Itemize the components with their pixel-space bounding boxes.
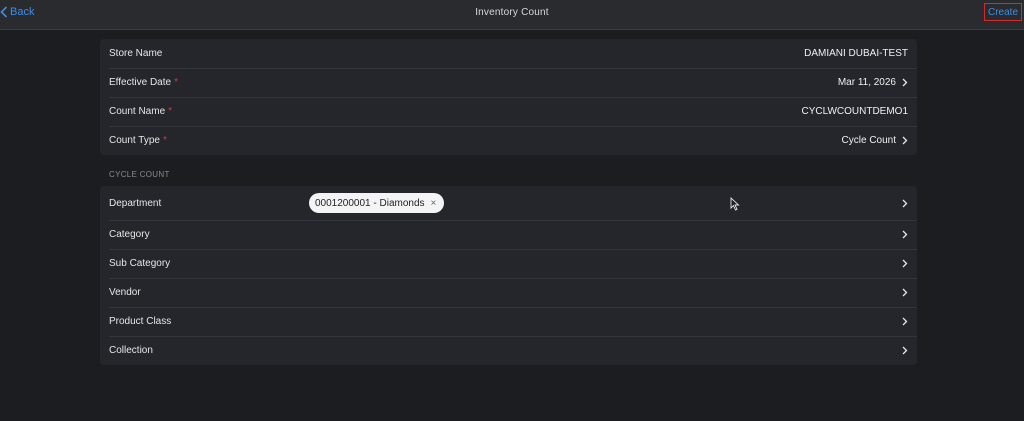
required-marker: * — [162, 135, 167, 146]
department-row[interactable]: Department 0001200001 - Diamonds × — [100, 186, 917, 220]
navigation-bar: Back Inventory Count Create — [0, 0, 1024, 30]
store-name-label: Store Name — [109, 48, 163, 59]
collection-row[interactable]: Collection — [100, 336, 917, 365]
chevron-right-icon — [902, 136, 908, 145]
section-header-cycle-count: CYCLE COUNT — [109, 170, 170, 179]
sub-category-label: Sub Category — [109, 258, 171, 269]
cycle-count-filters-card: Department 0001200001 - Diamonds × Categ… — [100, 186, 917, 365]
department-chip-label: 0001200001 - Diamonds — [315, 197, 425, 209]
chevron-right-icon — [902, 288, 908, 297]
chevron-right-icon — [902, 317, 908, 326]
count-name-value[interactable]: CYCLWCOUNTDEMO1 — [802, 106, 908, 117]
count-name-row[interactable]: Count Name * CYCLWCOUNTDEMO1 — [100, 97, 917, 126]
category-row[interactable]: Category — [100, 220, 917, 249]
create-button[interactable]: Create — [983, 3, 1022, 21]
effective-date-row[interactable]: Effective Date * Mar 11, 2026 — [100, 68, 917, 97]
chevron-right-icon — [902, 199, 908, 207]
store-name-row: Store Name DAMIANI DUBAI-TEST — [100, 39, 917, 68]
chevron-right-icon — [902, 259, 908, 268]
department-label: Department — [109, 197, 162, 209]
mouse-pointer-icon — [730, 197, 740, 211]
required-marker: * — [174, 77, 178, 88]
vendor-row[interactable]: Vendor — [100, 278, 917, 307]
chevron-right-icon — [902, 230, 908, 239]
count-type-row[interactable]: Count Type * Cycle Count — [100, 126, 917, 155]
close-icon[interactable]: × — [431, 198, 437, 209]
effective-date-value: Mar 11, 2026 — [838, 77, 908, 88]
collection-label: Collection — [109, 345, 153, 356]
store-name-value: DAMIANI DUBAI-TEST — [804, 48, 908, 59]
effective-date-label: Effective Date — [109, 77, 172, 88]
product-class-label: Product Class — [109, 316, 172, 327]
count-details-card: Store Name DAMIANI DUBAI-TEST Effective … — [100, 39, 917, 155]
count-type-value: Cycle Count — [842, 135, 908, 146]
chevron-right-icon — [902, 346, 908, 355]
product-class-row[interactable]: Product Class — [100, 307, 917, 336]
department-chip[interactable]: 0001200001 - Diamonds × — [309, 193, 445, 213]
count-type-label: Count Type — [109, 135, 160, 146]
category-label: Category — [109, 229, 150, 240]
sub-category-row[interactable]: Sub Category — [100, 249, 917, 278]
page-title: Inventory Count — [475, 6, 549, 18]
vendor-label: Vendor — [109, 287, 141, 298]
chevron-right-icon — [902, 78, 908, 87]
required-marker: * — [168, 106, 173, 117]
count-name-label: Count Name — [109, 106, 166, 117]
